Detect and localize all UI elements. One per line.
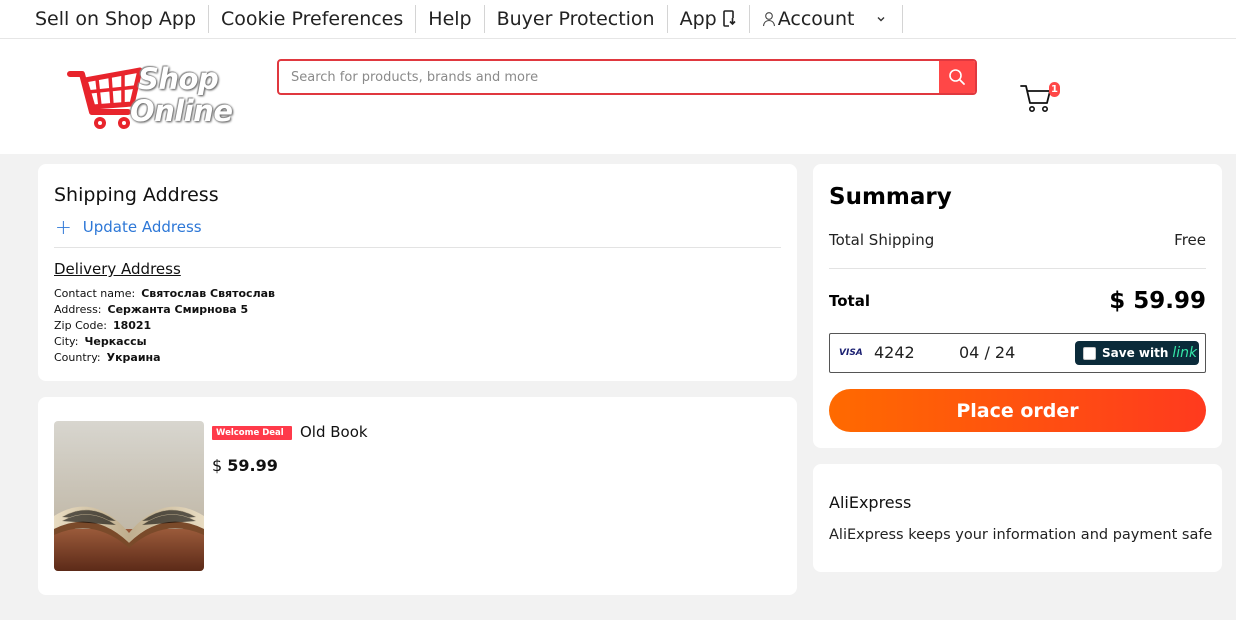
app-download-icon [722, 10, 736, 27]
product-image[interactable] [54, 421, 204, 571]
shipping-address-card: Shipping Address + Update Address Delive… [38, 164, 797, 381]
total-shipping-value: Free [1174, 231, 1206, 249]
summary-title: Summary [829, 184, 952, 210]
product-currency: $ [212, 456, 223, 475]
address-label: City: [54, 335, 79, 348]
order-summary-card: Summary Total Shipping Free Total $ 59.9… [813, 164, 1222, 448]
save-with-link-toggle[interactable]: Save with link [1075, 341, 1199, 365]
nav-account[interactable]: Account [750, 5, 904, 33]
address-label: Address: [54, 303, 102, 316]
nav-help-label: Help [428, 8, 472, 30]
address-label: Country: [54, 351, 101, 364]
top-nav: Sell on Shop App Cookie Preferences Help… [0, 0, 1236, 39]
top-nav-list: Sell on Shop App Cookie Preferences Help… [23, 4, 904, 34]
nav-cookie-preferences[interactable]: Cookie Preferences [209, 5, 417, 33]
nav-sell-label: Sell on Shop App [35, 8, 196, 30]
address-value: Сержанта Смирнова 5 [107, 303, 249, 316]
address-line-country: Country: Украина [54, 350, 275, 366]
address-details: Contact name: Святослав Святослав Address… [54, 286, 275, 366]
address-line-contact: Contact name: Святослав Святослав [54, 286, 275, 302]
link-logo: link [1172, 345, 1198, 361]
card-number-value: 4242 [874, 343, 915, 362]
place-order-button[interactable]: Place order [829, 389, 1206, 432]
cart-count-badge: 1 [1049, 82, 1060, 97]
save-with-link-checkbox[interactable] [1083, 346, 1096, 360]
chevron-down-icon [877, 17, 885, 22]
address-line-zip: Zip Code: 18021 [54, 318, 275, 334]
search-button[interactable] [939, 61, 975, 93]
shop-online-logo[interactable]: Shop Online [66, 58, 233, 138]
address-line-address: Address: Сержанта Смирнова 5 [54, 302, 275, 318]
save-with-label: Save with [1102, 346, 1169, 360]
user-icon [762, 12, 775, 27]
address-label: Contact name: [54, 287, 136, 300]
divider [54, 247, 781, 248]
address-value: 18021 [112, 319, 152, 332]
address-line-city: City: Черкассы [54, 334, 275, 350]
nav-buyer-protection-label: Buyer Protection [496, 8, 655, 30]
nav-sell-on-shop-app[interactable]: Sell on Shop App [23, 5, 209, 33]
trust-title: AliExpress [829, 493, 912, 512]
divider [829, 268, 1206, 269]
plus-icon: + [55, 215, 72, 239]
product-name[interactable]: Old Book [300, 423, 368, 441]
delivery-address-title[interactable]: Delivery Address [54, 260, 181, 278]
address-value: Святослав Святослав [141, 287, 276, 300]
nav-help[interactable]: Help [416, 5, 485, 33]
product-price: $ 59.99 [212, 456, 278, 475]
total-shipping-row: Total Shipping Free [829, 231, 1206, 249]
trust-text: AliExpress keeps your information and pa… [829, 527, 1213, 543]
welcome-deal-badge: Welcome Deal [212, 426, 292, 440]
shipping-address-title: Shipping Address [54, 184, 219, 206]
product-card: Welcome Deal Old Book $ 59.99 [38, 397, 797, 595]
nav-app[interactable]: App [668, 5, 750, 33]
total-label: Total [829, 292, 870, 310]
nav-cookie-label: Cookie Preferences [221, 8, 404, 30]
product-price-value: 59.99 [227, 456, 278, 475]
update-address-link[interactable]: + Update Address [55, 215, 202, 239]
update-address-label: Update Address [82, 218, 202, 236]
visa-icon: VISA [839, 348, 863, 358]
payment-card-field[interactable]: VISA 4242 04 / 24 Save with link [829, 333, 1206, 373]
total-value: $ 59.99 [1109, 288, 1206, 314]
nav-account-label: Account [777, 8, 855, 30]
total-shipping-label: Total Shipping [829, 231, 935, 249]
cart-button[interactable]: 1 [1019, 80, 1063, 114]
nav-app-label: App [679, 8, 717, 30]
search-bar [277, 59, 977, 95]
address-label: Zip Code: [54, 319, 107, 332]
open-book-image [54, 421, 204, 571]
logo-text-shop: Shop [138, 62, 219, 96]
search-input[interactable] [279, 61, 939, 93]
site-header: Shop Online 1 [0, 39, 1236, 154]
cart-icon [1020, 85, 1051, 112]
trust-card: AliExpress AliExpress keeps your informa… [813, 464, 1222, 572]
address-value: Украина [106, 351, 161, 364]
address-value: Черкассы [84, 335, 147, 348]
nav-buyer-protection[interactable]: Buyer Protection [485, 5, 668, 33]
search-icon [949, 69, 965, 85]
logo-text-online: Online [130, 94, 233, 128]
card-expiry-value: 04 / 24 [959, 343, 1016, 362]
